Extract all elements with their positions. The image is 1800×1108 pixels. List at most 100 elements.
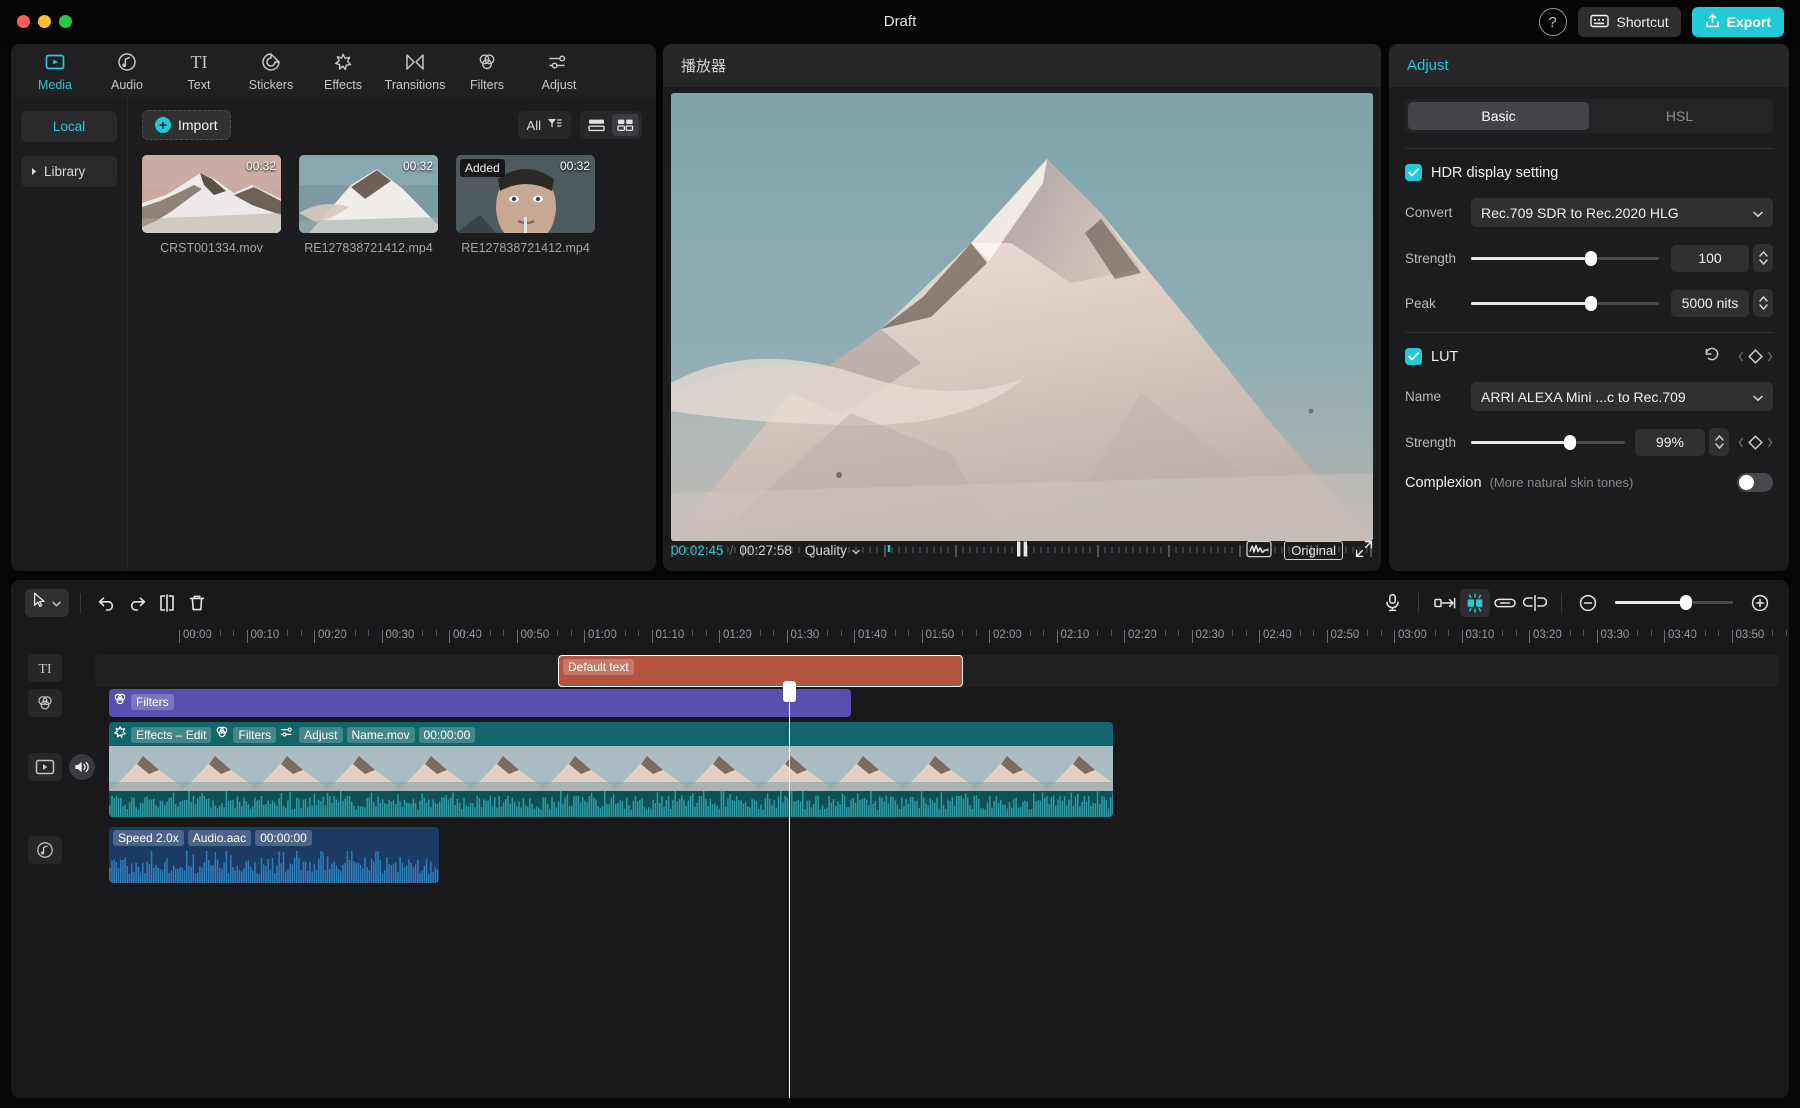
track-header-text[interactable]: TI <box>28 654 62 682</box>
tab-filters[interactable]: Filters <box>451 51 523 92</box>
hdr-peak-stepper[interactable] <box>1753 289 1773 317</box>
zoom-out-button[interactable] <box>1573 589 1603 617</box>
hdr-strength-value[interactable]: 100 <box>1671 245 1749 272</box>
import-button[interactable]: + Import <box>142 110 231 140</box>
media-grid: 00:32 CRST001334.mov <box>142 155 642 255</box>
split-button[interactable] <box>152 589 182 617</box>
keyframe-control[interactable] <box>1738 348 1773 365</box>
complexion-toggle[interactable] <box>1737 473 1773 492</box>
ruler-minor-tick <box>1165 630 1166 636</box>
tab-basic[interactable]: Basic <box>1408 102 1589 130</box>
pause-icon[interactable] <box>1014 540 1030 561</box>
waveform-scope-icon[interactable] <box>1246 540 1272 561</box>
ruler-minor-tick <box>1232 630 1233 636</box>
ruler-label: 00:00 <box>183 629 212 641</box>
media-item[interactable]: 00:32 RE127838721412.mp4 <box>299 155 438 255</box>
media-duration: 00:32 <box>560 159 590 173</box>
quality-dropdown[interactable]: Quality <box>805 543 860 558</box>
lut-checkbox[interactable] <box>1405 348 1422 365</box>
media-item[interactable]: Added 00:32 RE127838721412.mp4 <box>456 155 595 255</box>
lut-keyframe-control[interactable] <box>1738 434 1773 451</box>
tab-label: Audio <box>111 78 143 92</box>
hdr-peak-slider[interactable] <box>1471 302 1659 305</box>
redo-button[interactable] <box>122 589 152 617</box>
slider-handle[interactable] <box>1680 595 1692 610</box>
filters-icon <box>477 51 497 73</box>
unlink-button[interactable] <box>1520 589 1550 617</box>
clip-audio[interactable]: Speed 2.0x Audio.aac 00:00:00 <box>109 827 439 883</box>
hdr-display-label: HDR display setting <box>1431 165 1558 181</box>
ruler-minor-tick <box>868 630 869 636</box>
ruler-minor-tick <box>530 630 531 636</box>
export-button[interactable]: Export <box>1692 7 1784 37</box>
list-view-icon[interactable] <box>583 114 610 136</box>
speaker-on-icon[interactable] <box>69 754 95 780</box>
media-browser: + Import All <box>128 98 656 571</box>
tab-hsl[interactable]: HSL <box>1589 102 1770 130</box>
media-filename: CRST001334.mov <box>142 241 281 255</box>
clip-text[interactable]: Default text <box>558 655 963 687</box>
sidebar-item-local[interactable]: Local <box>21 111 117 142</box>
player-controls: 00:02:45 / 00:27:58 Quality Original <box>671 537 1373 563</box>
tab-effects[interactable]: Effects <box>307 51 379 92</box>
sidebar-item-library[interactable]: Library <box>21 156 117 187</box>
clip-video[interactable]: Effects – Edit Filters Adjust Name.mov 0… <box>109 722 1113 817</box>
player-header: 播放器 <box>663 44 1381 87</box>
ruler-minor-tick <box>1043 630 1044 636</box>
slider-handle[interactable] <box>1585 296 1597 311</box>
track-header-video[interactable] <box>28 753 62 781</box>
hdr-peak-value[interactable]: 5000 nits <box>1671 290 1749 317</box>
crop-marker-button[interactable] <box>1430 589 1460 617</box>
tab-audio[interactable]: Audio <box>91 51 163 92</box>
trash-button[interactable] <box>182 589 212 617</box>
cursor-arrow-icon <box>33 592 46 613</box>
freeze-frame-button[interactable] <box>1460 589 1490 617</box>
current-time: 00:02:45 <box>671 543 724 558</box>
reset-icon[interactable] <box>1703 345 1721 368</box>
ruler-minor-tick <box>638 630 639 636</box>
tab-text[interactable]: TI Text <box>163 51 235 92</box>
clip-filter[interactable]: Filters <box>109 689 851 717</box>
clip-tag-label: Default text <box>563 659 634 675</box>
ruler-minor-tick <box>193 630 194 636</box>
zoom-in-button[interactable] <box>1745 589 1775 617</box>
ruler-minor-tick <box>1448 630 1449 636</box>
select-tool-button[interactable] <box>25 589 69 617</box>
link-button[interactable] <box>1490 589 1520 617</box>
tab-adjust[interactable]: Adjust <box>523 51 595 92</box>
hdr-strength-slider[interactable] <box>1471 257 1659 260</box>
complexion-hint: (More natural skin tones) <box>1490 475 1634 490</box>
timeline-ruler[interactable]: 00:0000:1000:2000:3000:4000:5001:0001:10… <box>11 625 1789 651</box>
ruler-major-tick <box>1529 630 1530 643</box>
lut-name-dropdown[interactable]: ARRI ALEXA Mini ...c to Rec.709 <box>1471 382 1773 411</box>
lut-strength-value[interactable]: 99% <box>1635 429 1705 456</box>
grid-view-icon[interactable] <box>612 114 639 136</box>
tab-media[interactable]: Media <box>19 51 91 92</box>
lut-strength-stepper[interactable] <box>1709 428 1729 456</box>
shortcut-button[interactable]: Shortcut <box>1578 7 1681 37</box>
media-item[interactable]: 00:32 CRST001334.mov <box>142 155 281 255</box>
document-title: Draft <box>0 0 1800 44</box>
lut-strength-slider[interactable] <box>1471 441 1625 444</box>
track-header-audio[interactable] <box>28 836 62 864</box>
undo-button[interactable] <box>92 589 122 617</box>
original-toggle[interactable]: Original <box>1284 541 1343 560</box>
convert-dropdown[interactable]: Rec.709 SDR to Rec.2020 HLG <box>1471 198 1773 227</box>
tab-label: Media <box>38 78 72 92</box>
ruler-label: 02:10 <box>1061 629 1090 641</box>
tab-stickers[interactable]: Stickers <box>235 51 307 92</box>
video-preview[interactable] <box>671 93 1373 541</box>
filter-dropdown[interactable]: All <box>518 111 571 139</box>
slider-handle[interactable] <box>1564 435 1576 450</box>
track-header-filter[interactable] <box>28 689 62 717</box>
fullscreen-icon[interactable] <box>1355 540 1373 561</box>
hdr-display-checkbox[interactable] <box>1405 164 1422 181</box>
slider-handle[interactable] <box>1585 251 1597 266</box>
timeline-zoom-slider[interactable] <box>1615 601 1733 604</box>
help-circle-icon[interactable]: ? <box>1539 8 1567 36</box>
ruler-minor-tick <box>841 630 842 636</box>
microphone-button[interactable] <box>1377 589 1407 617</box>
hdr-strength-stepper[interactable] <box>1753 244 1773 272</box>
tab-transitions[interactable]: Transitions <box>379 51 451 92</box>
chevron-down-icon <box>1753 205 1763 221</box>
